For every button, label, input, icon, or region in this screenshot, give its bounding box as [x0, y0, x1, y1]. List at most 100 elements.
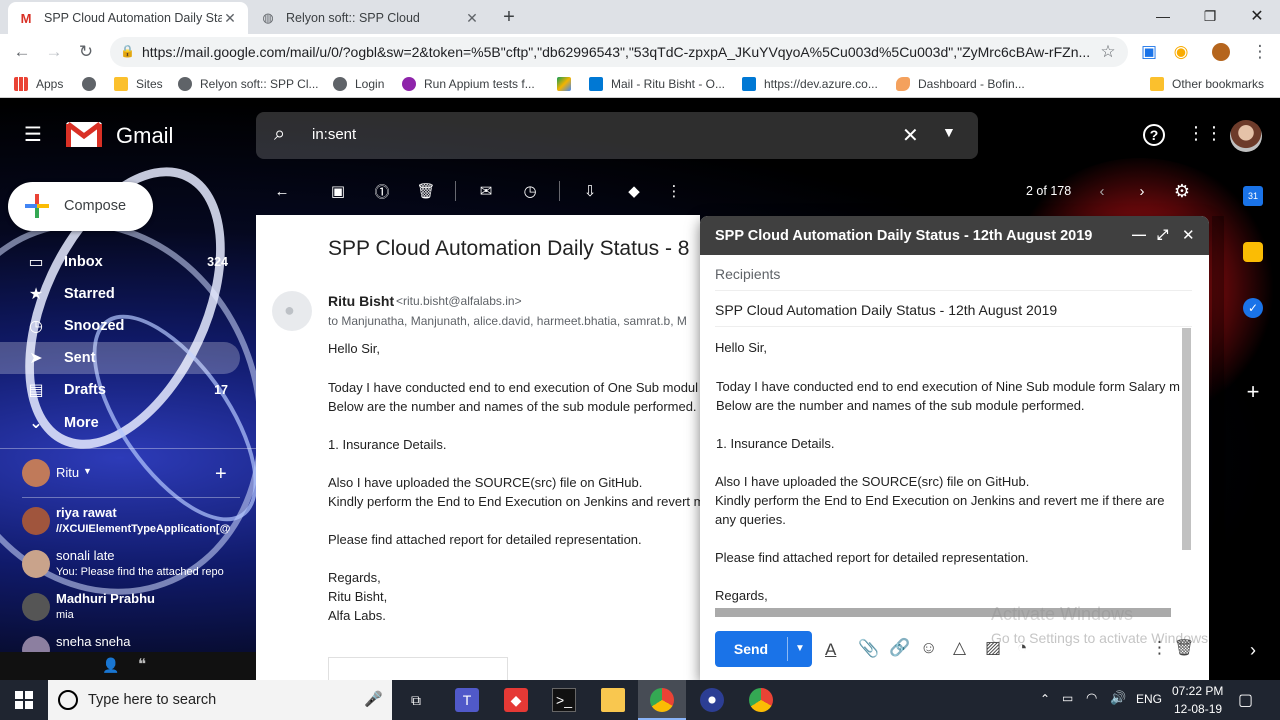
chrome-icon[interactable] — [749, 688, 773, 712]
formatting-icon[interactable]: A — [825, 640, 836, 660]
bookmark-dashboard[interactable]: Dashboard - Bofin... — [896, 75, 1025, 93]
restore-window-button[interactable]: ❐ — [1187, 0, 1233, 32]
bookmark-azure[interactable]: https://dev.azure.co... — [742, 75, 878, 93]
report-spam-icon[interactable]: ⓵ — [372, 181, 392, 201]
sender-name[interactable]: Ritu Bisht — [328, 293, 394, 309]
mark-unread-icon[interactable]: ✉ — [476, 181, 496, 201]
sidebar-item-sent[interactable]: ➤ Sent — [0, 342, 240, 374]
windows-start-icon[interactable] — [12, 688, 36, 712]
clear-search-icon[interactable]: ✕ — [902, 123, 919, 148]
bookmark-outlook[interactable]: Mail - Ritu Bisht - O... — [589, 75, 725, 93]
sidebar-item-inbox[interactable]: ▭ Inbox 324 — [0, 246, 240, 278]
attach-file-icon[interactable]: 📎 — [858, 639, 879, 659]
wifi-icon[interactable]: ◠ — [1086, 690, 1097, 706]
sender-avatar[interactable]: ● — [272, 291, 312, 331]
browser-menu-icon[interactable]: ⋮ — [1250, 42, 1270, 62]
sidebar-item-drafts[interactable]: ▤ Drafts 17 — [0, 374, 240, 406]
new-chat-icon[interactable]: + — [215, 463, 227, 486]
bookmark-star-icon[interactable]: ☆ — [1098, 42, 1118, 62]
more-options-icon[interactable]: ⋮ — [1151, 638, 1168, 658]
chat-contact[interactable]: riya rawat //XCUIElementTypeApplication[… — [22, 505, 242, 541]
keep-icon[interactable] — [1243, 242, 1263, 262]
extension-icon[interactable]: ▣ — [1139, 42, 1159, 62]
add-addon-icon[interactable]: + — [1243, 381, 1263, 403]
teams-icon[interactable]: T — [455, 688, 479, 712]
close-window-button[interactable]: ✕ — [1234, 0, 1280, 32]
sidebar-item-more[interactable]: ⌄ More — [0, 407, 240, 439]
newer-icon[interactable]: ‹ — [1092, 181, 1112, 201]
person-icon[interactable]: 👤 — [102, 657, 119, 674]
drive-icon[interactable]: △ — [953, 638, 966, 658]
battery-icon[interactable]: ▭ — [1062, 691, 1073, 705]
file-explorer-icon[interactable] — [601, 688, 625, 712]
tab-gmail[interactable]: M SPP Cloud Automation Daily Stat ✕ — [8, 2, 248, 34]
microphone-icon[interactable]: 🎤 — [364, 690, 383, 708]
hangouts-user[interactable]: Ritu — [56, 465, 79, 480]
bookmark-relyon[interactable]: Relyon soft:: SPP Cl... — [178, 75, 319, 93]
profile-avatar[interactable] — [1211, 42, 1231, 62]
bookmark-sites[interactable]: Sites — [114, 75, 163, 93]
move-to-icon[interactable]: ⇩ — [580, 181, 600, 201]
extension-icon[interactable]: ◉ — [1171, 42, 1191, 62]
fullscreen-icon[interactable]: ⤢ — [1157, 226, 1168, 243]
delete-icon[interactable]: 🗑 — [416, 181, 436, 201]
label-icon[interactable]: ◆ — [624, 181, 644, 201]
insert-link-icon[interactable]: 🔗 — [889, 638, 910, 658]
minimize-window-button[interactable]: — — [1140, 0, 1186, 32]
recipients-line[interactable]: to Manjunatha, Manjunath, alice.david, h… — [328, 314, 687, 328]
scrollbar[interactable] — [1212, 216, 1224, 680]
sidebar-item-snoozed[interactable]: ◷ Snoozed — [0, 310, 240, 342]
forward-button[interactable]: → — [44, 42, 64, 62]
chrome-taskbar-active[interactable] — [638, 680, 686, 720]
recipients-field[interactable]: Recipients — [715, 266, 780, 282]
archive-icon[interactable]: ▣ — [328, 181, 348, 201]
tab-relyon[interactable]: ◍ Relyon soft:: SPP Cloud ✕ — [250, 2, 490, 34]
search-input[interactable]: in:sent — [312, 126, 356, 143]
reload-button[interactable]: ↻ — [76, 42, 96, 62]
settings-gear-icon[interactable]: ⚙ — [1172, 181, 1192, 201]
chevron-up-icon[interactable]: ⌃ — [1040, 692, 1050, 706]
back-to-list-icon[interactable]: ← — [272, 181, 292, 201]
close-tab-icon[interactable]: ✕ — [464, 10, 480, 27]
chat-contact[interactable]: Madhuri Prabhu mia — [22, 591, 242, 627]
hangouts-icon[interactable]: ❝ — [138, 655, 146, 673]
google-apps-icon[interactable]: ⋮⋮ — [1187, 123, 1223, 144]
bookmark-drive[interactable] — [557, 75, 579, 93]
compose-body[interactable]: Hello Sir, Today I have conducted end to… — [700, 328, 1180, 618]
emoji-icon[interactable]: ☺ — [920, 638, 937, 658]
main-menu-icon[interactable]: ☰ — [24, 124, 46, 146]
minimize-icon[interactable]: — — [1132, 226, 1146, 242]
attachment-card[interactable] — [328, 657, 508, 680]
bookmark-login[interactable]: Login — [333, 75, 384, 93]
calendar-icon[interactable]: 31 — [1243, 186, 1263, 206]
app-icon[interactable]: ◆ — [504, 688, 528, 712]
close-icon[interactable]: ✕ — [1182, 226, 1195, 244]
bookmark-apps[interactable]: Apps — [14, 75, 63, 93]
close-tab-icon[interactable]: ✕ — [222, 10, 238, 27]
older-icon[interactable]: › — [1132, 181, 1152, 201]
notifications-icon[interactable]: ▢ — [1238, 690, 1253, 710]
help-icon[interactable]: ? — [1143, 124, 1165, 146]
more-options-icon[interactable]: ⋮ — [664, 181, 684, 201]
address-bar[interactable]: 🔒 https://mail.google.com/mail/u/0/?ogbl… — [110, 37, 1128, 67]
search-options-icon[interactable]: ▼ — [942, 124, 956, 140]
account-avatar[interactable] — [1230, 120, 1262, 152]
terminal-icon[interactable]: >_ — [552, 688, 576, 712]
sidebar-item-starred[interactable]: ★ Starred — [0, 278, 240, 310]
clock-time[interactable]: 07:22 PM — [1172, 684, 1223, 698]
language-indicator[interactable]: ENG — [1136, 692, 1162, 706]
search-icon[interactable]: ⌕ — [274, 123, 285, 146]
compose-button[interactable]: Compose — [8, 182, 153, 231]
other-bookmarks[interactable]: Other bookmarks — [1150, 75, 1264, 93]
tasks-icon[interactable]: ✓ — [1243, 298, 1263, 318]
discard-draft-icon[interactable]: 🗑 — [1174, 638, 1194, 658]
chat-contact[interactable]: sneha sneha — [22, 634, 242, 664]
subject-field[interactable]: SPP Cloud Automation Daily Status - 12th… — [715, 302, 1057, 318]
confidential-mode-icon[interactable]: ◔ — [1017, 638, 1027, 658]
task-view-icon[interactable]: ⧉ — [404, 688, 428, 712]
volume-icon[interactable]: 🔊 — [1110, 690, 1126, 706]
search-bar[interactable]: ⌕ in:sent ✕ ▼ — [256, 112, 978, 159]
bookmark-appium[interactable]: Run Appium tests f... — [402, 75, 535, 93]
new-tab-button[interactable]: + — [498, 6, 520, 28]
clock-date[interactable]: 12-08-19 — [1174, 702, 1222, 716]
